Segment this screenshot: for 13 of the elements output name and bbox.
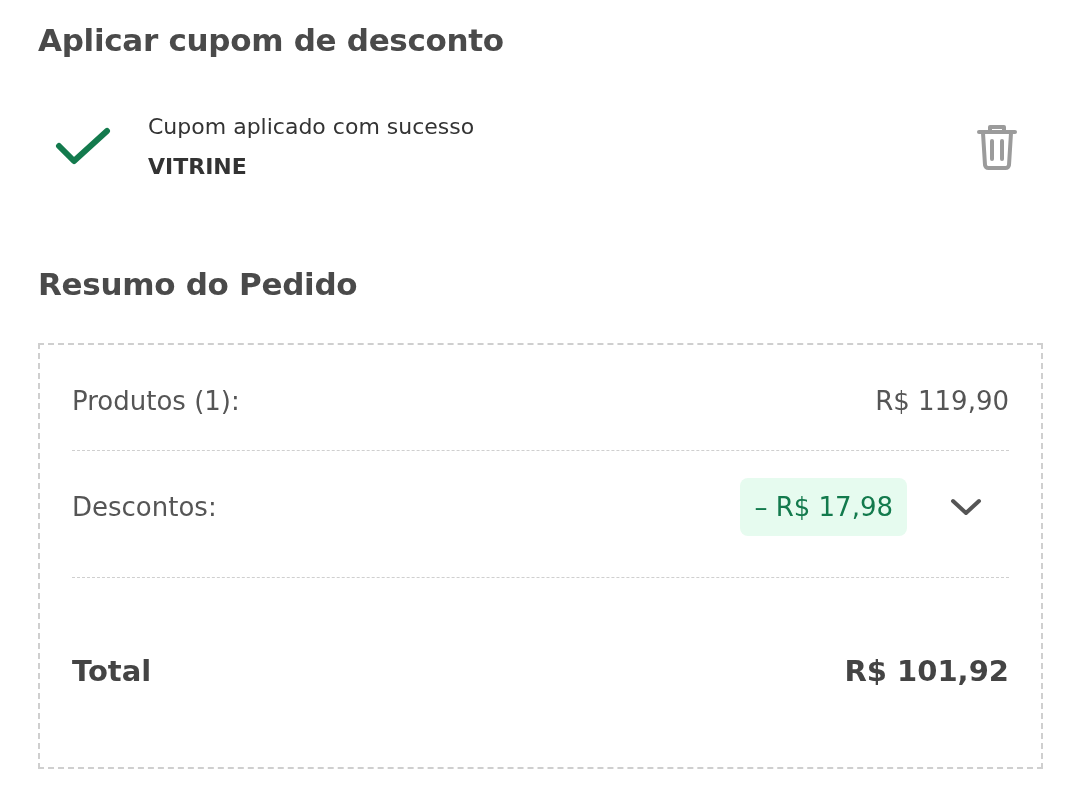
summary-label: Produtos (1):	[72, 384, 240, 418]
coupon-status-text: Cupom aplicado com sucesso	[148, 113, 475, 141]
section-title: Aplicar cupom de desconto	[38, 21, 505, 60]
section-title: Resumo do Pedido	[38, 265, 359, 304]
discount-amount: – R$ 17,98	[740, 478, 907, 536]
chevron-down-icon[interactable]	[949, 497, 983, 517]
check-icon	[55, 127, 111, 167]
trash-icon[interactable]	[976, 123, 1018, 171]
total-value: R$ 101,92	[844, 652, 1009, 690]
total-label: Total	[72, 652, 152, 690]
coupon-code: VITRINE	[148, 153, 247, 181]
summary-label: Descontos:	[72, 491, 217, 524]
summary-value: R$ 119,90	[875, 384, 1009, 418]
